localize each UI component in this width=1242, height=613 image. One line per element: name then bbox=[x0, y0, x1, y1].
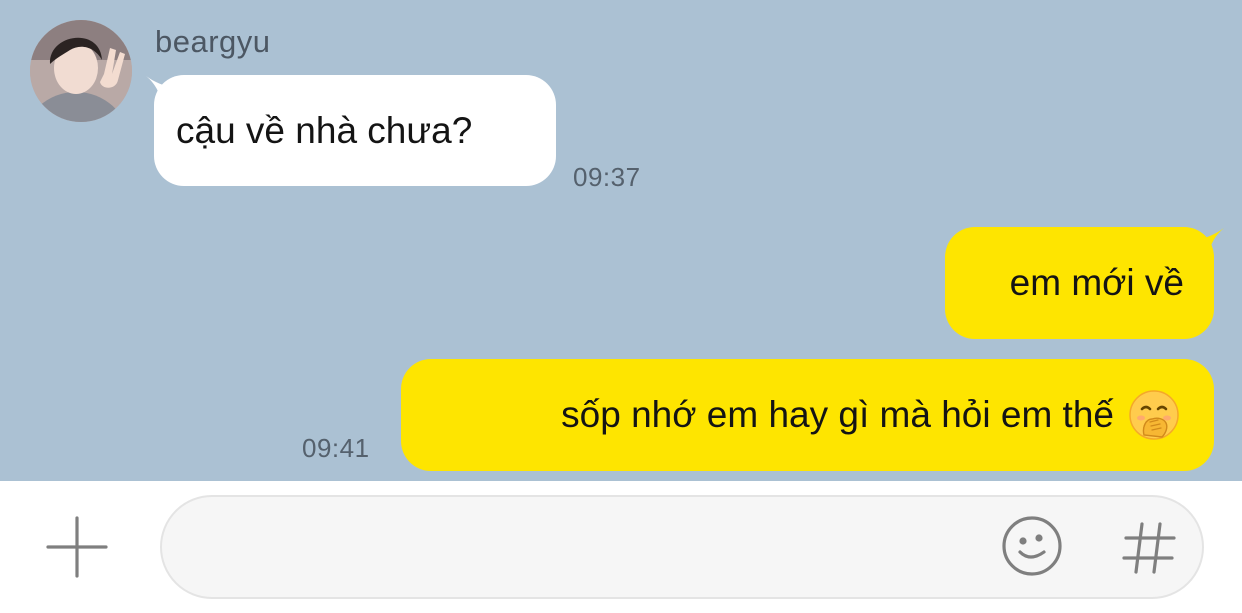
sender-name: beargyu bbox=[155, 24, 271, 59]
chat-area[interactable]: beargyu cậu về nhà chưa? 09:37 em mới về… bbox=[0, 0, 1242, 481]
message-text: em mới về bbox=[1009, 262, 1184, 303]
message-text: cậu về nhà chưa? bbox=[176, 109, 473, 151]
message-time: 09:41 bbox=[302, 433, 370, 463]
message-bubble-outgoing[interactable]: sốp nhớ em hay gì mà hỏi em thế bbox=[401, 359, 1214, 471]
face-with-hand-over-mouth-emoji bbox=[1129, 390, 1179, 440]
smiley-icon[interactable] bbox=[1000, 514, 1064, 578]
message-text: sốp nhớ em hay gì mà hỏi em thế bbox=[561, 394, 1114, 435]
message-bubble-outgoing[interactable]: em mới về bbox=[945, 227, 1214, 339]
hashtag-icon[interactable] bbox=[1118, 516, 1180, 578]
plus-icon[interactable] bbox=[46, 516, 108, 578]
message-time: 09:37 bbox=[573, 162, 641, 192]
avatar[interactable] bbox=[30, 20, 132, 122]
message-bubble-incoming[interactable]: cậu về nhà chưa? bbox=[154, 75, 556, 186]
